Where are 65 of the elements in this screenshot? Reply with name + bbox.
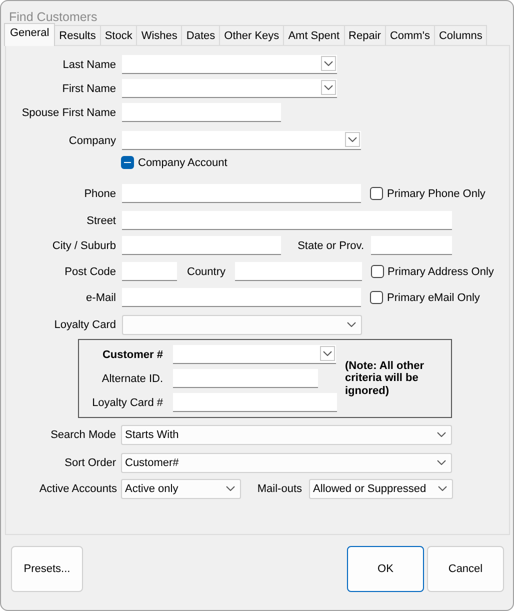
- field-label: Active Accounts: [38, 482, 117, 494]
- dropdown-button[interactable]: [321, 56, 336, 71]
- checkbox-label: Primary Phone Only: [387, 188, 486, 200]
- chevron-down-icon: [348, 137, 357, 142]
- field-label: Mail-outs: [256, 482, 302, 494]
- field-label: Search Mode: [50, 428, 116, 440]
- dropdown[interactable]: Active only: [121, 478, 241, 498]
- chevron-down-icon: [438, 486, 447, 491]
- checkbox-label: Primary eMail Only: [387, 292, 480, 304]
- field-label: State or Prov.: [296, 240, 364, 252]
- field-label: City / Suburb: [51, 240, 116, 252]
- input-field[interactable]: [173, 369, 318, 388]
- field-label: Street: [86, 214, 116, 226]
- field-label: Country: [187, 266, 226, 278]
- field-label: Company: [68, 134, 116, 146]
- checkbox[interactable]: [370, 187, 383, 200]
- input-field[interactable]: [122, 211, 452, 230]
- input-field[interactable]: [122, 103, 281, 122]
- combo-box[interactable]: [122, 79, 337, 98]
- field-label: Loyalty Card: [53, 318, 116, 330]
- field-label: Phone: [83, 188, 116, 200]
- dropdown[interactable]: Starts With: [121, 424, 452, 444]
- dropdown-button[interactable]: [345, 132, 360, 147]
- field-label: Customer #: [101, 348, 163, 360]
- chevron-down-icon: [437, 432, 446, 437]
- dropdown-button[interactable]: [321, 80, 336, 95]
- checkbox-label: Primary Address Only: [388, 266, 494, 278]
- field-label: Loyalty Card #: [91, 396, 163, 408]
- input-field[interactable]: [122, 184, 361, 203]
- tab[interactable]: Columns: [434, 25, 488, 45]
- input-field[interactable]: [234, 262, 362, 281]
- combo-box[interactable]: [122, 55, 337, 74]
- input-field[interactable]: [122, 236, 281, 255]
- dropdown[interactable]: Customer#: [121, 452, 452, 472]
- chevron-down-icon: [323, 351, 332, 356]
- combo-box[interactable]: [173, 345, 336, 364]
- chevron-down-icon: [226, 486, 235, 491]
- button[interactable]: Presets...: [11, 546, 83, 592]
- checkbox[interactable]: [370, 291, 383, 304]
- field-label: Spouse First Name: [20, 106, 116, 118]
- field-label: Post Code: [64, 266, 116, 278]
- input-field[interactable]: [173, 393, 337, 412]
- chevron-down-icon: [324, 85, 333, 90]
- tab[interactable]: General: [4, 23, 56, 46]
- chevron-down-icon: [347, 322, 356, 327]
- chevron-down-icon: [437, 460, 446, 465]
- input-field[interactable]: [371, 236, 452, 255]
- button[interactable]: Cancel: [427, 546, 504, 592]
- checkbox[interactable]: [370, 265, 384, 278]
- field-label: Sort Order: [64, 456, 116, 468]
- window-title: Find Customers: [8, 9, 98, 23]
- checkbox-label: Company Account: [138, 156, 228, 168]
- button[interactable]: OK: [347, 546, 424, 592]
- chevron-down-icon: [324, 61, 333, 66]
- field-label: Alternate ID.: [100, 372, 163, 384]
- note-text: (Note: All other criteria will be ignored): [345, 360, 426, 398]
- input-field[interactable]: [122, 262, 177, 281]
- dropdown-button[interactable]: [320, 346, 335, 361]
- field-label: Last Name: [62, 58, 116, 70]
- checkbox[interactable]: [121, 156, 134, 169]
- combo-box[interactable]: [122, 131, 361, 150]
- input-field[interactable]: [122, 288, 361, 307]
- field-label: e-Mail: [85, 292, 116, 304]
- dropdown[interactable]: Allowed or Suppressed: [309, 478, 453, 498]
- field-label: First Name: [61, 82, 116, 94]
